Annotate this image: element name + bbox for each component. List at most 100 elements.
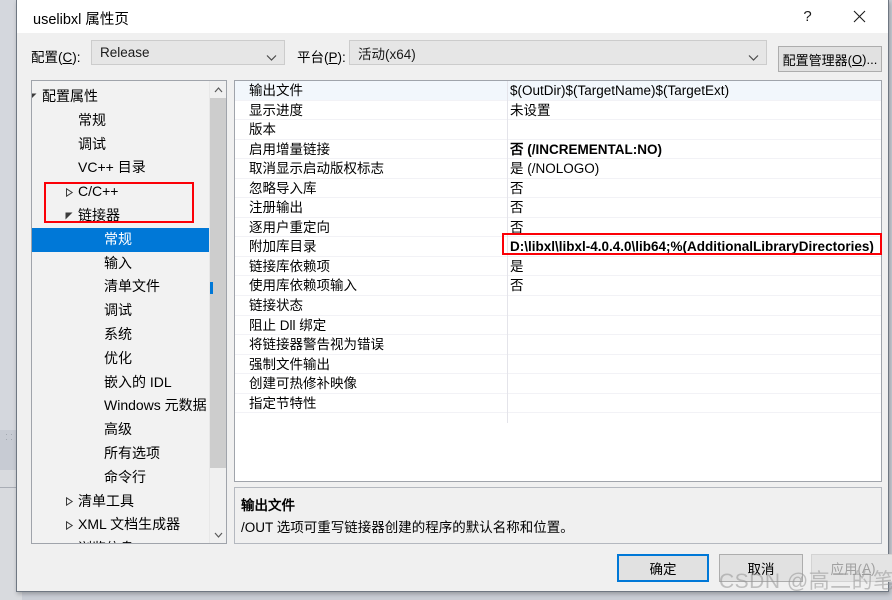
tree-item[interactable]: VC++ 目录 — [32, 156, 210, 180]
property-value[interactable]: $(OutDir)$(TargetName)$(TargetExt) — [510, 81, 729, 101]
tree-item[interactable]: 链接器 — [32, 204, 210, 228]
property-value[interactable]: 未设置 — [510, 101, 551, 121]
property-name: 阻止 Dll 绑定 — [249, 317, 327, 333]
tree-item[interactable]: Windows 元数据 — [32, 394, 210, 418]
tree-item[interactable]: 常规 — [32, 227, 226, 252]
triangle-right-icon[interactable] — [62, 537, 76, 543]
tree-item-label: 调试 — [104, 302, 132, 319]
property-row[interactable]: 显示进度 未设置 — [235, 100, 881, 121]
property-value[interactable]: D:\libxl\libxl-4.0.4.0\lib64;%(Additiona… — [510, 237, 874, 257]
property-row[interactable]: 版本 — [235, 120, 881, 140]
property-row[interactable]: 使用库依赖项输入 否 — [235, 276, 881, 297]
tree-item-label: 命令行 — [104, 468, 146, 485]
tree-item[interactable]: 调试 — [32, 133, 210, 157]
configuration-label: 配置(C): — [31, 50, 81, 65]
tree-item[interactable]: C/C++ — [32, 180, 210, 204]
property-name: 版本 — [249, 122, 276, 138]
platform-label: 平台(P): — [297, 50, 346, 65]
platform-combobox[interactable]: 活动(x64) — [349, 40, 767, 65]
chevron-up-icon[interactable] — [210, 81, 226, 98]
tree-item-label: 高级 — [104, 421, 132, 438]
tree-item[interactable]: 配置属性 — [32, 85, 210, 109]
property-row[interactable]: 附加库目录 D:\libxl\libxl-4.0.4.0\lib64;%(Addi… — [235, 237, 881, 257]
configuration-bar: 配置(C): Release 平台(P): 活动(x64) — [17, 33, 888, 73]
triangle-right-icon[interactable] — [62, 513, 76, 537]
tree-item-label: 所有选项 — [104, 444, 160, 461]
property-row[interactable]: 创建可热修补映像 — [235, 374, 881, 394]
property-value[interactable]: 否 — [510, 179, 524, 199]
property-row[interactable]: 指定节特性 — [235, 393, 881, 414]
property-name: 附加库目录 — [249, 239, 317, 255]
tree-item-label: 输入 — [104, 254, 132, 271]
tree-item[interactable]: 命令行 — [32, 466, 210, 490]
close-icon[interactable] — [837, 0, 882, 32]
tree-item[interactable]: 高级 — [32, 418, 210, 442]
description-body: /OUT 选项可重写链接器创建的程序的默认名称和位置。 — [241, 520, 574, 535]
property-value[interactable]: 是 (/NOLOGO) — [510, 159, 599, 179]
triangle-right-icon[interactable] — [62, 180, 76, 204]
configuration-combobox[interactable]: Release — [91, 40, 285, 65]
property-value[interactable]: 否 — [510, 198, 524, 218]
tree-item[interactable]: 优化 — [32, 347, 210, 371]
property-name: 显示进度 — [249, 102, 303, 118]
configuration-manager-button[interactable]: 配置管理器(O)... — [778, 46, 882, 72]
property-name: 将链接器警告视为错误 — [249, 337, 384, 353]
chevron-down-icon — [266, 49, 277, 61]
tree-item-label: 调试 — [78, 135, 106, 152]
configuration-value: Release — [100, 45, 150, 60]
grid-column-divider[interactable] — [507, 81, 508, 423]
property-name: 取消显示启动版权标志 — [249, 161, 384, 177]
tree-item[interactable]: 所有选项 — [32, 442, 210, 466]
tree-item[interactable]: 常规 — [32, 109, 210, 133]
tree-item-label: C/C++ — [78, 183, 119, 200]
property-row[interactable]: 启用增量链接 否 (/INCREMENTAL:NO) — [235, 139, 881, 160]
tree-item[interactable]: 输入 — [32, 252, 210, 276]
property-row[interactable]: 链接库依赖项 是 — [235, 256, 881, 277]
property-value[interactable]: 否 (/INCREMENTAL:NO) — [510, 140, 662, 160]
property-row[interactable]: 注册输出 否 — [235, 198, 881, 218]
description-panel: 输出文件 /OUT 选项可重写链接器创建的程序的默认名称和位置。 — [234, 487, 882, 544]
property-value[interactable]: 否 — [510, 218, 524, 238]
triangle-right-icon[interactable] — [62, 490, 76, 514]
property-row[interactable]: 逐用户重定向 否 — [235, 217, 881, 238]
tree-item[interactable]: 清单工具 — [32, 490, 210, 514]
property-pages-dialog: uselibxl 属性页 ? 配置(C): Release 平台(P): 活动(… — [16, 0, 892, 593]
property-name: 链接状态 — [249, 298, 303, 314]
property-grid: 输出文件 $(OutDir)$(TargetName)$(TargetExt) 显示… — [234, 80, 882, 482]
property-tree: 配置属性 常规 调试 VC++ 目录 C/C++ 链接器 常规 输入 清单文件 调试 系统 优化 嵌入的… — [32, 81, 226, 543]
description-title: 输出文件 — [241, 498, 295, 513]
property-row[interactable]: 强制文件输出 — [235, 354, 881, 375]
tree-item-label: 常规 — [104, 230, 132, 247]
tree-item[interactable]: 调试 — [32, 299, 210, 323]
tree-item[interactable]: 浏览信息 — [32, 537, 210, 543]
triangle-down-icon[interactable] — [32, 85, 40, 109]
property-row[interactable]: 忽略导入库 否 — [235, 178, 881, 199]
tree-item[interactable]: 清单文件 — [32, 275, 210, 299]
property-name: 忽略导入库 — [249, 180, 317, 196]
chevron-down-icon[interactable] — [210, 526, 226, 543]
tree-item[interactable]: 系统 — [32, 323, 210, 347]
platform-value: 活动(x64) — [358, 46, 416, 62]
property-row[interactable]: 输出文件 $(OutDir)$(TargetName)$(TargetExt) — [235, 81, 881, 101]
tree-item[interactable]: XML 文档生成器 — [32, 513, 210, 537]
property-row[interactable]: 阻止 Dll 绑定 — [235, 315, 881, 336]
tree-item-label: VC++ 目录 — [78, 159, 146, 176]
triangle-down-icon[interactable] — [62, 204, 76, 228]
property-name: 注册输出 — [249, 200, 303, 216]
ok-button[interactable]: 确定 — [617, 554, 709, 582]
tree-item-label: 嵌入的 IDL — [104, 373, 172, 390]
tree-item-label: XML 文档生成器 — [78, 516, 181, 533]
property-value[interactable]: 否 — [510, 276, 524, 296]
chevron-down-icon — [748, 49, 759, 61]
tree-item-label: Windows 元数据 — [104, 397, 207, 414]
tree-scrollbar[interactable] — [209, 81, 226, 543]
help-icon[interactable]: ? — [785, 0, 830, 32]
property-value[interactable]: 是 — [510, 257, 524, 277]
property-row[interactable]: 链接状态 — [235, 296, 881, 316]
property-grid-rows: 输出文件 $(OutDir)$(TargetName)$(TargetExt) 显示… — [235, 81, 881, 414]
property-row[interactable]: 取消显示启动版权标志 是 (/NOLOGO) — [235, 159, 881, 179]
tree-item[interactable]: 嵌入的 IDL — [32, 371, 210, 395]
tree-item-label: 系统 — [104, 325, 132, 342]
property-row[interactable]: 将链接器警告视为错误 — [235, 335, 881, 355]
tree-item-label: 清单工具 — [78, 492, 134, 509]
